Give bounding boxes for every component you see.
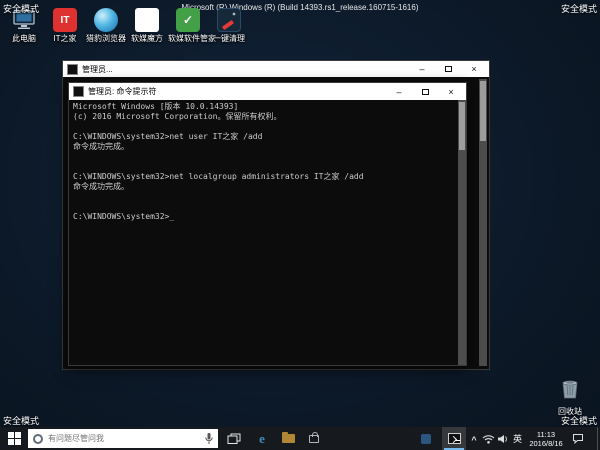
start-button[interactable] (0, 427, 28, 450)
back-window-title: 管理员... (82, 64, 409, 75)
cmd-window-titlebar[interactable]: 管理员: 命令提示符 – × (69, 83, 466, 100)
desktop-icon-label: IT之家 (45, 34, 85, 43)
console-line (73, 162, 456, 172)
console-line: Microsoft Windows [版本 10.0.14393] (73, 102, 456, 112)
action-center-icon (572, 433, 584, 444)
console-line: (c) 2016 Microsoft Corporation。保留所有权利。 (73, 112, 456, 122)
cmd-icon (73, 86, 84, 97)
safe-mode-label-top-left: 安全模式 (3, 2, 39, 15)
maximize-button[interactable] (435, 62, 461, 77)
safe-mode-label-top-right: 安全模式 (561, 2, 597, 15)
clock[interactable]: 11:13 2016/8/16 (526, 427, 566, 450)
cheetah-browser-icon (94, 8, 118, 32)
cmd-icon (67, 64, 78, 75)
desktop-icon-cheetah-browser[interactable]: 猎豹浏览器 (86, 8, 126, 43)
close-button[interactable]: × (461, 62, 487, 77)
console-line (73, 202, 456, 212)
console-line (73, 122, 456, 132)
network-button[interactable] (481, 427, 495, 450)
scrollbar-thumb[interactable] (480, 81, 486, 141)
wifi-icon (482, 434, 495, 444)
desktop: 安全模式 安全模式 安全模式 安全模式 Microsoft (R) Window… (0, 0, 600, 450)
console-output[interactable]: Microsoft Windows [版本 10.0.14393] (c) 20… (69, 100, 466, 365)
tray-app-icon (421, 434, 431, 444)
console-scrollbar[interactable] (458, 100, 466, 365)
task-view-icon (227, 433, 241, 445)
desktop-icon-one-key-clean[interactable]: 一键清理 (209, 8, 249, 43)
cmd-window[interactable]: 管理员: 命令提示符 – × Microsoft Windows [版本 10.… (68, 82, 467, 366)
file-explorer-icon (282, 434, 295, 443)
speaker-icon (497, 434, 509, 444)
cortana-icon (33, 434, 43, 444)
desktop-icon-label: 猎豹浏览器 (86, 34, 126, 43)
recycle-bin[interactable]: 回收站 (548, 376, 592, 417)
clock-time: 11:13 (529, 430, 562, 439)
task-view-button[interactable] (222, 427, 246, 450)
store-icon (309, 435, 319, 443)
desktop-icon-label: 一键清理 (209, 34, 249, 43)
hidden-icons-button[interactable]: ^ (468, 427, 480, 450)
close-button[interactable]: × (438, 84, 464, 99)
scrollbar-thumb[interactable] (459, 102, 465, 150)
volume-button[interactable] (496, 427, 509, 450)
back-window-scrollbar[interactable] (479, 79, 487, 366)
minimize-button[interactable]: – (386, 84, 412, 99)
console-line: 命令成功完成。 (73, 142, 456, 152)
one-key-clean-icon (217, 8, 241, 32)
desktop-icon-software-manager[interactable]: ✓ 软媒软件管家 (168, 8, 208, 43)
cmd-window-title: 管理员: 命令提示符 (88, 86, 386, 97)
windows-logo-icon (8, 432, 21, 445)
edge-icon: e (259, 431, 265, 447)
minimize-button[interactable]: – (409, 62, 435, 77)
microphone-icon[interactable] (204, 432, 214, 450)
back-window-titlebar[interactable]: 管理员... – × (63, 61, 489, 77)
console-line: 命令成功完成。 (73, 182, 456, 192)
cortana-search-box[interactable] (28, 429, 218, 448)
desktop-icon-label: 软媒软件管家 (168, 34, 208, 43)
ruanmei-mofang-icon (135, 8, 159, 32)
check-icon: ✓ (183, 13, 193, 27)
tray-app-button[interactable] (418, 427, 434, 450)
desktop-icon-label: 软媒魔方 (127, 34, 167, 43)
language-indicator[interactable]: 英 (510, 427, 525, 450)
desktop-icon-label: 此电脑 (4, 34, 44, 43)
action-center-button[interactable] (570, 427, 586, 450)
console-line (73, 152, 456, 162)
search-input[interactable] (48, 429, 198, 448)
console-line: C:\WINDOWS\system32>net localgroup admin… (73, 172, 456, 182)
taskbar-pinned-edge[interactable]: e (250, 427, 274, 450)
recycle-bin-icon (548, 376, 592, 405)
console-line (73, 192, 456, 202)
taskbar: e ^ (0, 427, 600, 450)
command-prompt-icon (448, 433, 461, 444)
taskbar-pinned-store[interactable] (302, 427, 326, 450)
software-manager-icon: ✓ (176, 8, 200, 32)
maximize-button[interactable] (412, 84, 438, 99)
safe-mode-label-bottom-left: 安全模式 (3, 414, 39, 427)
desktop-icon-ruanmei-mofang[interactable]: 软媒魔方 (127, 8, 167, 43)
desktop-icon-ithome[interactable]: IT IT之家 (45, 8, 85, 43)
ithome-icon-text: IT (61, 15, 70, 26)
chevron-up-icon: ^ (471, 435, 476, 445)
console-line: C:\WINDOWS\system32>net user IT之家 /add (73, 132, 456, 142)
taskbar-pinned-file-explorer[interactable] (276, 427, 300, 450)
console-line: C:\WINDOWS\system32>_ (73, 212, 456, 222)
safe-mode-label-bottom-right: 安全模式 (561, 414, 597, 427)
taskbar-cmd-button[interactable] (442, 427, 466, 450)
ithome-icon: IT (53, 8, 77, 32)
clock-date: 2016/8/16 (529, 439, 562, 448)
